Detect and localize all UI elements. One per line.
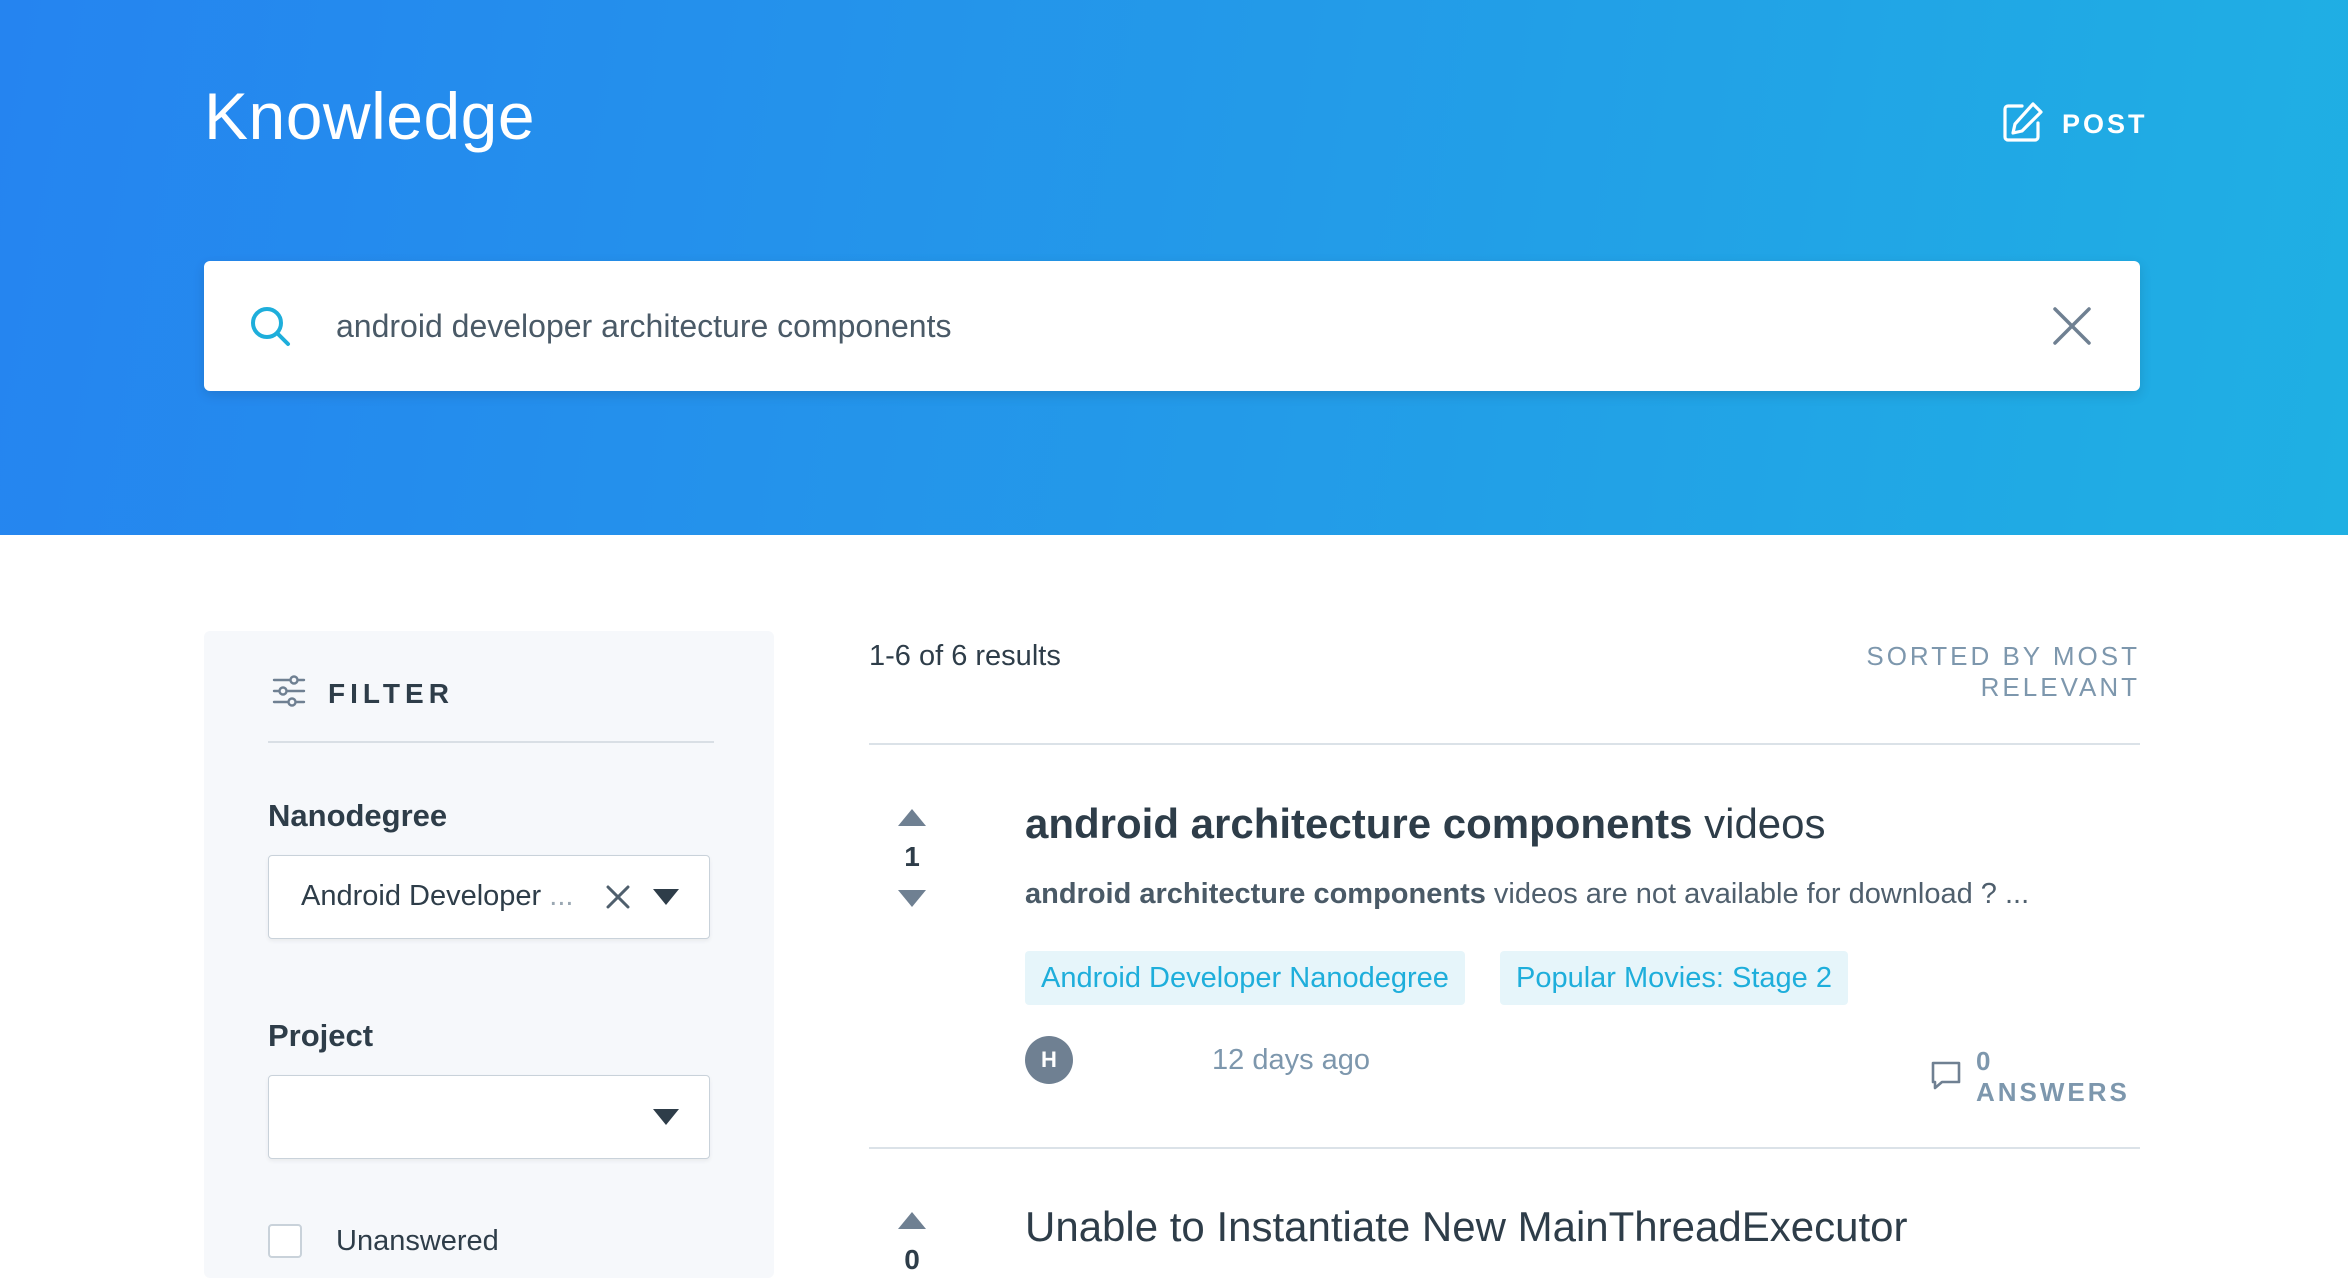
checkbox[interactable] — [268, 1224, 302, 1258]
avatar[interactable]: H — [1025, 1036, 1073, 1084]
unanswered-checkbox[interactable]: Unanswered — [268, 1224, 499, 1258]
downvote-icon[interactable] — [898, 890, 926, 907]
answers-count[interactable]: 0 ANSWERS — [1930, 1046, 2140, 1108]
answers-label: 0 ANSWERS — [1976, 1046, 2130, 1107]
chevron-down-icon — [653, 889, 679, 905]
results-divider — [869, 1147, 2140, 1149]
sliders-icon — [272, 675, 306, 712]
edit-icon — [2000, 100, 2044, 149]
project-label: Project — [268, 1018, 374, 1053]
filter-header: FILTER — [272, 675, 454, 712]
filter-panel: FILTER Nanodegree Android Developer ... … — [204, 631, 774, 1278]
result-title[interactable]: Unable to Instantiate New MainThreadExec… — [1025, 1203, 1907, 1251]
results-divider — [869, 743, 2140, 745]
clear-nanodegree-icon[interactable] — [605, 884, 631, 915]
result-snippet: android architecture components videos a… — [1025, 878, 2030, 910]
tag-android-developer-nanodegree[interactable]: Android Developer Nanodegree — [1025, 951, 1465, 1005]
search-input[interactable] — [336, 291, 2016, 361]
results-count: 1-6 of 6 results — [869, 640, 1061, 672]
post-label: POST — [2062, 108, 2148, 139]
chevron-down-icon — [653, 1109, 679, 1125]
unanswered-label: Unanswered — [336, 1224, 499, 1257]
vote-count: 1 — [904, 841, 920, 872]
sort-selector[interactable]: SORTED BY MOST RELEVANT — [1740, 641, 2140, 703]
nanodegree-label: Nanodegree — [268, 798, 448, 833]
vote-count: 0 — [904, 1244, 920, 1275]
filter-divider — [268, 741, 714, 743]
project-select[interactable] — [268, 1075, 710, 1159]
result-title[interactable]: android architecture components videos — [1025, 800, 1826, 848]
tag-popular-movies-stage-2[interactable]: Popular Movies: Stage 2 — [1500, 951, 1848, 1005]
clear-search-icon[interactable] — [2052, 306, 2092, 351]
nanodegree-selected-value: Android Developer ... — [301, 880, 574, 912]
search-icon — [248, 304, 292, 353]
comment-icon — [1930, 1059, 1962, 1096]
post-button[interactable]: POST — [2000, 100, 2148, 148]
page-title: Knowledge — [204, 79, 536, 153]
filter-heading: FILTER — [328, 677, 454, 709]
upvote-icon[interactable] — [898, 1212, 926, 1229]
nanodegree-select[interactable]: Android Developer ... — [268, 855, 710, 939]
header-hero: Knowledge POST — [0, 0, 2348, 535]
timestamp: 12 days ago — [1212, 1044, 1371, 1076]
upvote-icon[interactable] — [898, 809, 926, 826]
search-bar — [204, 261, 2140, 391]
